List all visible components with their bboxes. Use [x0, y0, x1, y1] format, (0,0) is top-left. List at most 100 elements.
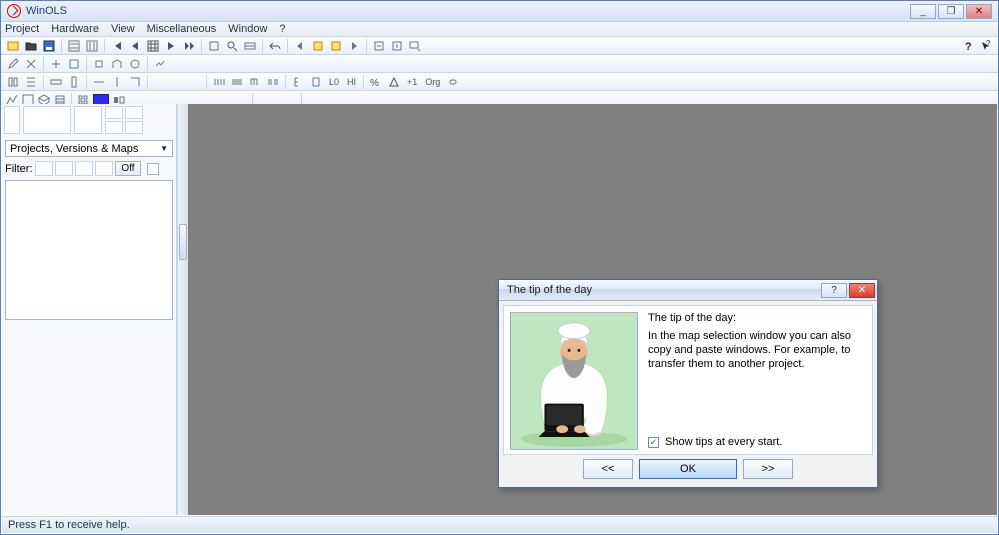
lohi-icon[interactable]: L0	[326, 74, 342, 90]
show-tips-label: Show tips at every start.	[665, 436, 782, 448]
svg-text:?: ?	[986, 40, 991, 48]
marker-a-icon[interactable]	[310, 38, 326, 54]
help-pointer-icon[interactable]: ?	[960, 38, 976, 54]
new-project-icon[interactable]	[5, 38, 21, 54]
menu-hardware[interactable]: Hardware	[51, 23, 99, 35]
grid-icon[interactable]	[145, 38, 161, 54]
filter-slot-2[interactable]	[55, 161, 73, 176]
scale-icon-2[interactable]	[308, 74, 324, 90]
menu-project[interactable]: Project	[5, 23, 39, 35]
data-icon-6[interactable]	[109, 74, 125, 90]
byte-icon-2[interactable]	[229, 74, 245, 90]
data-icon-3[interactable]	[48, 74, 64, 90]
svg-text:%: %	[370, 78, 379, 88]
menu-help[interactable]: ?	[279, 23, 285, 35]
thumb-2[interactable]	[23, 106, 71, 134]
byte-icon-1[interactable]	[211, 74, 227, 90]
filter-slot-3[interactable]	[75, 161, 93, 176]
filter-slot-1[interactable]	[35, 161, 53, 176]
org-icon[interactable]: Org	[422, 74, 443, 90]
plus1-icon[interactable]: +1	[404, 74, 420, 90]
menu-view[interactable]: View	[111, 23, 135, 35]
dialog-close-button[interactable]: ✕	[849, 283, 875, 298]
show-tips-checkbox[interactable]: ✓	[648, 437, 659, 448]
nav-next-icon[interactable]	[346, 38, 362, 54]
filter-slot-4[interactable]	[95, 161, 113, 176]
edit-icon-3[interactable]	[48, 56, 64, 72]
toolbar-icon-6[interactable]	[389, 38, 405, 54]
percent-icon[interactable]: %	[368, 74, 384, 90]
sidebar: Projects, Versions & Maps ▼ Filter: Off	[2, 104, 177, 515]
data-icon-1[interactable]	[5, 74, 21, 90]
edit-icon-1[interactable]	[5, 56, 21, 72]
dialog-titlebar[interactable]: The tip of the day ? ✕	[499, 280, 877, 301]
sidebar-thumbs	[2, 104, 176, 136]
project-tree[interactable]	[5, 180, 173, 320]
toolbar-icon-5[interactable]	[371, 38, 387, 54]
dialog-message: In the map selection window you can also…	[648, 330, 866, 371]
minimize-button[interactable]: _	[910, 4, 936, 19]
context-help-icon[interactable]: ?	[978, 38, 994, 54]
edit-icon-4[interactable]	[66, 56, 82, 72]
edit-icon-6[interactable]	[109, 56, 125, 72]
scale-icon-1[interactable]	[290, 74, 306, 90]
projects-combo[interactable]: Projects, Versions & Maps ▼	[5, 140, 173, 157]
data-icon-5[interactable]	[91, 74, 107, 90]
next-tip-button[interactable]: >>	[743, 459, 793, 479]
tip-illustration	[510, 312, 638, 450]
data-icon-2[interactable]	[23, 74, 39, 90]
byte-icon-3[interactable]	[247, 74, 263, 90]
prev-tip-button[interactable]: <<	[583, 459, 633, 479]
ok-button[interactable]: OK	[639, 459, 737, 479]
mdi-canvas: The tip of the day ? ✕	[188, 104, 997, 515]
save-icon[interactable]	[41, 38, 57, 54]
edit-icon-8[interactable]	[152, 56, 168, 72]
search-icon[interactable]	[224, 38, 240, 54]
toolbar-icon-4[interactable]	[242, 38, 258, 54]
nav-prev-icon[interactable]	[292, 38, 308, 54]
statusbar: Press F1 to receive help.	[2, 516, 997, 533]
app-icon	[7, 4, 21, 18]
sidebar-scrollbar[interactable]	[177, 104, 188, 515]
data-icon-7[interactable]	[127, 74, 143, 90]
toolbar-dropdown-icon[interactable]	[407, 38, 423, 54]
first-icon[interactable]	[109, 38, 125, 54]
dialog-help-button[interactable]: ?	[821, 283, 847, 298]
toolbar-icon-3[interactable]	[206, 38, 222, 54]
menu-window[interactable]: Window	[228, 23, 267, 35]
titlebar[interactable]: WinOLS _ ❐ ✕	[1, 1, 998, 22]
filter-checkbox[interactable]	[147, 163, 159, 175]
byte-icon-4[interactable]	[265, 74, 281, 90]
maximize-button[interactable]: ❐	[938, 4, 964, 19]
prev-icon[interactable]	[127, 38, 143, 54]
open-icon[interactable]	[23, 38, 39, 54]
play-icon[interactable]	[163, 38, 179, 54]
edit-icon-5[interactable]	[91, 56, 107, 72]
edit-icon-7[interactable]	[127, 56, 143, 72]
dialog-buttons: << OK >>	[499, 459, 877, 487]
close-button[interactable]: ✕	[966, 4, 992, 19]
toolbar-icon-1[interactable]	[66, 38, 82, 54]
data-icon-4[interactable]	[66, 74, 82, 90]
toolbar-icon-2[interactable]	[84, 38, 100, 54]
tip-dialog: The tip of the day ? ✕	[498, 279, 878, 488]
dialog-text: The tip of the day: In the map selection…	[648, 312, 866, 448]
svg-text:?: ?	[965, 41, 972, 52]
filter-row: Filter: Off	[5, 161, 173, 176]
workspace: Projects, Versions & Maps ▼ Filter: Off …	[2, 104, 997, 515]
thumb-1[interactable]	[4, 106, 20, 134]
filter-off-button[interactable]: Off	[115, 161, 141, 176]
delta-icon[interactable]	[386, 74, 402, 90]
toolbar-edit	[1, 55, 998, 73]
undo-icon[interactable]	[267, 38, 283, 54]
hilo-icon[interactable]: HI	[344, 74, 359, 90]
link-icon[interactable]	[445, 74, 461, 90]
thumb-grid[interactable]	[105, 106, 143, 134]
thumb-3[interactable]	[74, 106, 102, 134]
marker-b-icon[interactable]	[328, 38, 344, 54]
edit-icon-2[interactable]	[23, 56, 39, 72]
menu-miscellaneous[interactable]: Miscellaneous	[147, 23, 217, 35]
scrollbar-thumb[interactable]	[179, 224, 187, 260]
projects-combo-label: Projects, Versions & Maps	[10, 143, 138, 155]
fast-icon[interactable]	[181, 38, 197, 54]
